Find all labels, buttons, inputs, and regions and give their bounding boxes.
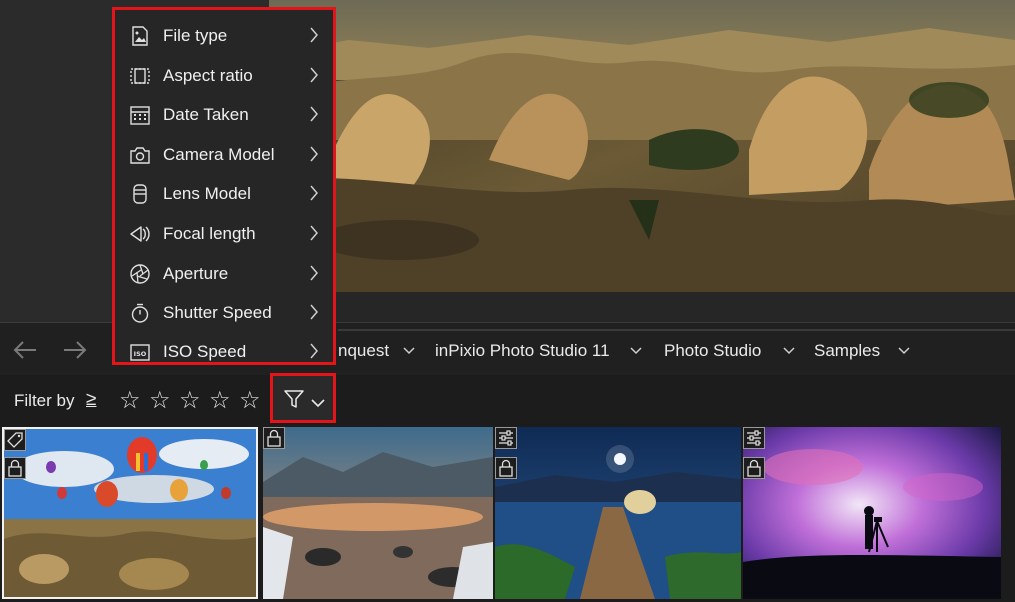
filter-dropdown-button[interactable] [270,373,336,423]
lock-icon[interactable] [4,457,26,479]
tag-icon[interactable] [4,429,26,451]
thumbnail-image [263,427,493,599]
adjustments-icon[interactable] [495,427,517,449]
breadcrumb-item[interactable]: inPixio Photo Studio 11 [435,323,610,376]
menu-item-focal-length[interactable]: Focal length [115,214,333,252]
thumbnail-balloons[interactable] [2,427,258,599]
menu-item-label: Camera Model [163,145,275,164]
breadcrumb-item[interactable]: Samples [814,323,880,376]
back-arrow-icon[interactable] [10,337,40,363]
thumbnail-image [743,427,1001,599]
rating-operator[interactable]: ≥ [86,389,96,411]
chevron-right-icon [309,185,319,206]
iso-icon: ISO [129,341,151,363]
star-rating-4[interactable]: ☆ [209,386,231,415]
thumbnail-lake-rocks[interactable] [263,427,493,599]
aspect-ratio-icon [129,65,151,87]
chevron-right-icon [309,343,319,364]
image-file-icon [129,25,151,47]
thumbnail-pier-moon[interactable] [495,427,741,599]
menu-item-label: File type [163,26,228,45]
menu-item-label: Lens Model [163,184,251,203]
lock-icon[interactable] [263,427,285,449]
adjustments-icon[interactable] [743,427,765,449]
chevron-down-icon[interactable] [630,347,642,355]
menu-item-iso-speed[interactable]: ISO ISO Speed [115,332,333,370]
thumbnail-image [495,427,741,599]
chevron-right-icon [309,146,319,167]
filter-menu: File type Aspect ratio Date Taken Camera… [112,7,336,365]
lock-icon[interactable] [495,457,517,479]
preview-footer [269,292,1015,322]
chevron-right-icon [309,304,319,325]
aperture-icon [129,263,151,285]
chevron-down-icon[interactable] [898,347,910,355]
menu-item-label: Focal length [163,224,256,243]
menu-item-label: Aperture [163,264,229,283]
forward-arrow-icon[interactable] [60,337,90,363]
star-rating-5[interactable]: ☆ [239,386,261,415]
menu-item-label: Date Taken [163,105,249,124]
menu-item-aperture[interactable]: Aperture [115,254,333,292]
chevron-right-icon [309,265,319,286]
menu-item-lens-model[interactable]: Lens Model [115,174,333,212]
timer-icon [129,302,151,324]
preview-photo [269,0,1015,292]
menu-item-label: ISO Speed [163,342,247,361]
menu-item-aspect-ratio[interactable]: Aspect ratio [115,56,333,94]
filter-bar: Filter by ≥ ☆ ☆ ☆ ☆ ☆ [0,375,1015,427]
menu-item-label: Aspect ratio [163,66,253,85]
lens-icon [129,183,151,205]
filter-funnel-icon [283,388,305,415]
image-preview[interactable] [269,0,1015,292]
menu-item-date-taken[interactable]: Date Taken [115,95,333,133]
star-rating-3[interactable]: ☆ [179,386,201,415]
thumbnail-image [4,429,256,597]
chevron-down-icon[interactable] [403,347,415,355]
chevron-right-icon [309,106,319,127]
lock-icon[interactable] [743,457,765,479]
chevron-right-icon [309,225,319,246]
breadcrumb-item[interactable]: nquest [338,323,389,376]
focal-length-icon [129,223,151,245]
menu-item-camera-model[interactable]: Camera Model [115,135,333,173]
menu-item-file-type[interactable]: File type [115,16,333,54]
chevron-right-icon [309,67,319,88]
star-rating-1[interactable]: ☆ [119,386,141,415]
chevron-down-icon [311,395,325,413]
breadcrumb-item[interactable]: Photo Studio [664,323,761,376]
thumbnail-strip [0,427,1015,602]
filter-label: Filter by [14,391,75,410]
menu-item-shutter-speed[interactable]: Shutter Speed [115,293,333,331]
calendar-icon [129,104,151,126]
star-rating-2[interactable]: ☆ [149,386,171,415]
camera-icon [129,144,151,166]
chevron-down-icon[interactable] [783,347,795,355]
thumbnail-photographer[interactable] [743,427,1001,599]
svg-text:ISO: ISO [134,350,147,358]
chevron-right-icon [309,27,319,48]
menu-item-label: Shutter Speed [163,303,272,322]
